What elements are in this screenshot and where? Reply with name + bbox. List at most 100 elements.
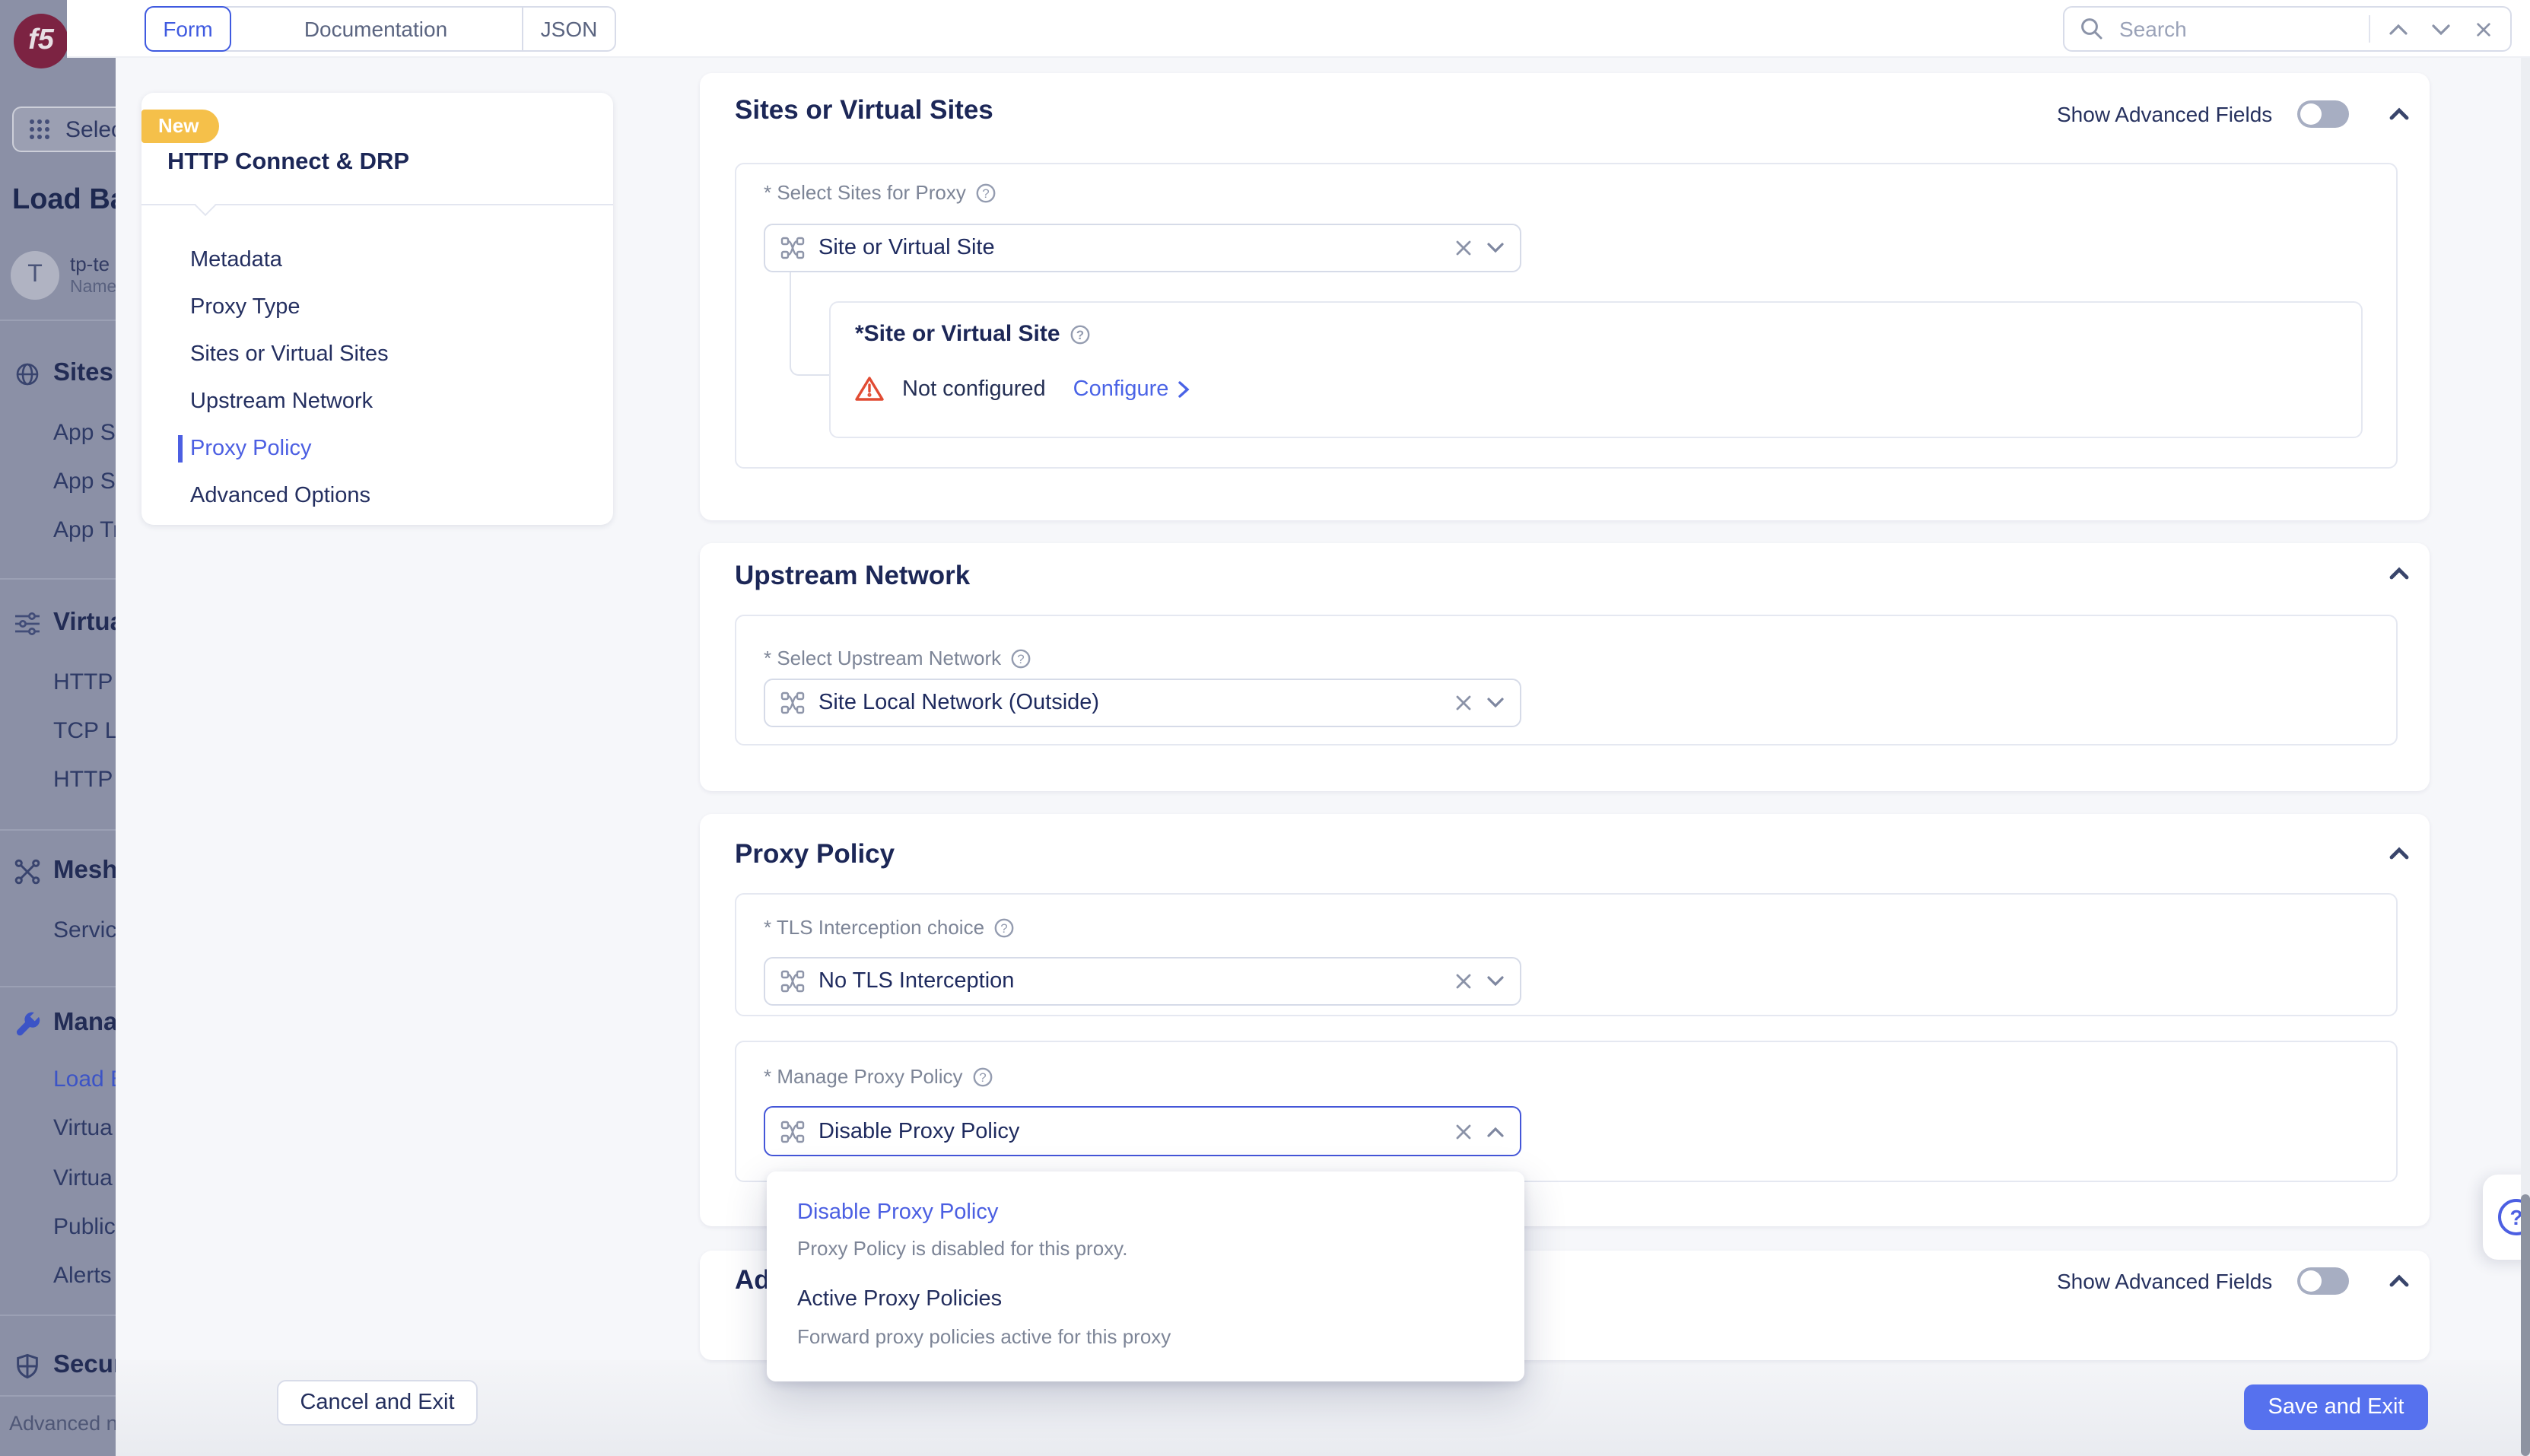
chevron-down-icon xyxy=(2430,22,2450,36)
select-upstream-network[interactable]: Site Local Network (Outside) xyxy=(764,679,1521,727)
select-upstream-label: * Select Upstream Network ? xyxy=(764,647,1031,669)
sidebar-item-active[interactable]: Load B xyxy=(53,1067,116,1092)
save-and-exit-button[interactable]: Save and Exit xyxy=(2244,1384,2428,1430)
sidebar-group-sites[interactable]: Sites xyxy=(53,359,113,388)
step-metadata[interactable]: Metadata xyxy=(190,246,282,274)
sidebar-heading: Load Ba xyxy=(12,184,116,218)
manage-proxy-label: * Manage Proxy Policy ? xyxy=(764,1065,993,1088)
select-upstream-label-text: * Select Upstream Network xyxy=(764,647,1001,669)
clear-icon[interactable] xyxy=(1454,972,1473,990)
toggle-knob xyxy=(2300,1270,2322,1292)
dropdown-option-active[interactable]: Active Proxy Policies xyxy=(797,1287,1002,1311)
sidebar-item[interactable]: HTTP xyxy=(53,669,113,695)
select-manage-proxy-value: Disable Proxy Policy xyxy=(818,1119,1441,1143)
step-proxy-type[interactable]: Proxy Type xyxy=(190,294,300,321)
workspace-select-button[interactable]: Select xyxy=(12,106,116,152)
sidebar-item[interactable]: App Si xyxy=(53,420,116,446)
sidebar-item[interactable]: HTTP xyxy=(53,767,113,793)
collapse-section-icon[interactable] xyxy=(2389,566,2410,581)
sidebar-item[interactable]: TCP L xyxy=(53,718,116,744)
tab-json[interactable]: JSON xyxy=(522,8,615,50)
app-screen: f5 Select Load Ba T tp-te Name Sites App… xyxy=(0,0,2530,1456)
tab-json-label: JSON xyxy=(541,17,598,41)
clear-icon[interactable] xyxy=(1454,694,1473,712)
configure-link-text: Configure xyxy=(1073,377,1169,401)
sidebar-group-security[interactable]: Secur xyxy=(53,1351,116,1380)
clear-icon[interactable] xyxy=(1454,239,1473,257)
sidebar-item[interactable]: Public xyxy=(53,1214,116,1240)
divider xyxy=(2369,15,2370,43)
tls-choice-label: * TLS Interception choice ? xyxy=(764,916,1015,939)
search-close-button[interactable] xyxy=(2468,14,2498,44)
step-proxy-policy[interactable]: Proxy Policy xyxy=(190,435,312,463)
help-icon[interactable]: ? xyxy=(972,1066,993,1087)
close-icon xyxy=(2474,21,2491,37)
show-advanced-label: Show Advanced Fields xyxy=(2057,1269,2272,1293)
select-tls-interception[interactable]: No TLS Interception xyxy=(764,957,1521,1006)
chevron-up-icon xyxy=(2388,22,2408,36)
tls-choice-label-text: * TLS Interception choice xyxy=(764,916,984,939)
select-manage-proxy-policy[interactable]: Disable Proxy Policy xyxy=(764,1106,1521,1156)
sidebar-group-manage[interactable]: Mana xyxy=(53,1009,116,1038)
show-advanced-toggle[interactable] xyxy=(2297,100,2349,128)
help-icon[interactable]: ? xyxy=(1010,647,1031,669)
collapse-section-icon[interactable] xyxy=(2389,846,2410,861)
select-sites-value: Site or Virtual Site xyxy=(818,236,1441,260)
collapse-section-icon[interactable] xyxy=(2389,106,2410,122)
configure-link[interactable]: Configure xyxy=(1073,377,1190,401)
svg-text:?: ? xyxy=(982,186,989,200)
tenant-name: tp-te xyxy=(70,253,110,275)
show-advanced-toggle[interactable] xyxy=(2297,1267,2349,1295)
sidebar-item[interactable]: App Si xyxy=(53,469,116,494)
section-proxy-policy-title: Proxy Policy xyxy=(735,838,895,870)
sidebar-item[interactable]: Virtua xyxy=(53,1165,113,1191)
search-icon xyxy=(2080,17,2104,41)
scrollbar-thumb[interactable] xyxy=(2521,1194,2530,1456)
search-input[interactable] xyxy=(2116,15,2357,43)
grid-dots-icon xyxy=(27,117,52,141)
sidebar-item[interactable]: Servic xyxy=(53,917,116,943)
chevron-up-icon[interactable] xyxy=(1486,1125,1505,1137)
step-advanced[interactable]: Advanced Options xyxy=(190,482,370,510)
cancel-and-exit-button[interactable]: Cancel and Exit xyxy=(277,1380,478,1426)
search-next-button[interactable] xyxy=(2425,14,2455,44)
help-icon[interactable]: ? xyxy=(1070,323,1091,345)
select-upstream-value: Site Local Network (Outside) xyxy=(818,691,1441,715)
dropdown-option-disable[interactable]: Disable Proxy Policy xyxy=(797,1200,998,1225)
select-tls-value: No TLS Interception xyxy=(818,969,1441,993)
show-advanced-label: Show Advanced Fields xyxy=(2057,102,2272,126)
step-sites[interactable]: Sites or Virtual Sites xyxy=(190,341,389,368)
tab-documentation[interactable]: Documentation xyxy=(230,8,522,50)
sidebar-group-virtual[interactable]: Virtua xyxy=(53,609,116,637)
sliders-icon xyxy=(14,610,41,637)
chevron-down-icon[interactable] xyxy=(1486,242,1505,254)
svg-text:?: ? xyxy=(1017,651,1024,666)
warning-icon xyxy=(855,376,884,402)
search-prev-button[interactable] xyxy=(2382,14,2413,44)
chevron-down-icon[interactable] xyxy=(1486,697,1505,709)
step-upstream[interactable]: Upstream Network xyxy=(190,388,373,415)
svg-text:?: ? xyxy=(1076,327,1083,342)
help-icon[interactable]: ? xyxy=(975,182,996,203)
tenant-meta: Name xyxy=(70,278,116,297)
select-sites-for-proxy[interactable]: Site or Virtual Site xyxy=(764,224,1521,272)
view-tabs: Form Documentation JSON xyxy=(145,6,616,52)
select-sites-label: * Select Sites for Proxy ? xyxy=(764,181,996,204)
mesh-icon xyxy=(780,1119,805,1143)
sidebar-item[interactable]: Alerts xyxy=(53,1263,112,1289)
sidebar-group-mesh[interactable]: Mesh xyxy=(53,857,116,885)
workspace-select-label: Select xyxy=(65,116,116,142)
clear-icon[interactable] xyxy=(1454,1122,1473,1140)
not-configured-status: Not configured xyxy=(902,377,1046,401)
mesh-icon xyxy=(780,236,805,260)
sidebar-item[interactable]: App Tr xyxy=(53,517,116,543)
sidebar-item[interactable]: Virtua xyxy=(53,1115,113,1141)
nested-site-title-text: *Site or Virtual Site xyxy=(855,321,1060,347)
nested-site-title: *Site or Virtual Site ? xyxy=(855,321,1091,347)
collapse-section-icon[interactable] xyxy=(2389,1273,2410,1289)
select-sites-label-text: * Select Sites for Proxy xyxy=(764,181,966,204)
chevron-down-icon[interactable] xyxy=(1486,975,1505,987)
help-icon[interactable]: ? xyxy=(993,917,1015,938)
tab-form[interactable]: Form xyxy=(146,8,230,50)
tab-form-label: Form xyxy=(163,17,212,41)
